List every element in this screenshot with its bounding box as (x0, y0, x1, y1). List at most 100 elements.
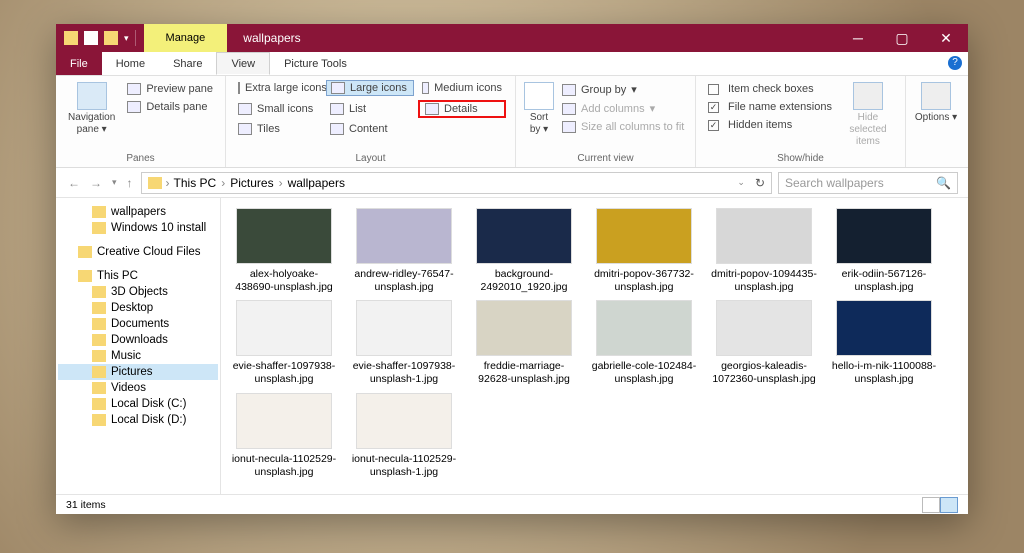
layout-content[interactable]: Content (326, 122, 414, 136)
history-button[interactable]: ▾ (110, 177, 119, 188)
layout-extra-large-icons[interactable]: Extra large icons (234, 80, 322, 96)
file-item[interactable]: hello-i-m-nik-1100088-unsplash.jpg (831, 300, 937, 386)
thumbnail-icon (716, 208, 812, 264)
maximize-button[interactable]: ▢ (880, 24, 924, 52)
file-item[interactable]: gabrielle-cole-102484-unsplash.jpg (591, 300, 697, 386)
tree-wallpapers[interactable]: wallpapers (58, 204, 218, 220)
search-input[interactable]: Search wallpapers 🔍 (778, 172, 958, 194)
tab-view[interactable]: View (216, 52, 270, 75)
thumbnails-view-toggle[interactable] (940, 497, 958, 513)
tree-local-disk-c-[interactable]: Local Disk (C:) (58, 396, 218, 412)
sort-by-button[interactable]: Sort by ▾ (524, 80, 554, 151)
address-bar[interactable]: › This PCPictureswallpapers ⌄ ↻ (141, 172, 772, 194)
current-view-group-label: Current view (524, 151, 687, 167)
preview-pane-button[interactable]: Preview pane (123, 82, 217, 96)
obj-icon (92, 286, 106, 298)
file-name: andrew-ridley-76547-unsplash.jpg (351, 268, 457, 294)
tree-creative-cloud-files[interactable]: Creative Cloud Files (58, 244, 218, 260)
refresh-icon[interactable]: ↻ (755, 176, 765, 190)
hide-selected-button[interactable]: Hide selected items (840, 80, 896, 151)
file-name: dmitri-popov-367732-unsplash.jpg (591, 268, 697, 294)
file-item[interactable]: ionut-necula-1102529-unsplash.jpg (231, 393, 337, 479)
tree-windows-10-install[interactable]: Windows 10 install (58, 220, 218, 236)
tree-documents[interactable]: Documents (58, 316, 218, 332)
close-button[interactable]: ✕ (924, 24, 968, 52)
tree-videos[interactable]: Videos (58, 380, 218, 396)
file-item[interactable]: georgios-kaleadis-1072360-unsplash.jpg (711, 300, 817, 386)
file-item[interactable]: erik-odiin-567126-unsplash.jpg (831, 208, 937, 294)
add-columns-button[interactable]: Add columns ▾ (558, 101, 688, 116)
check-hidden-items[interactable]: ✓Hidden items (704, 118, 836, 132)
options-button[interactable]: Options ▾ (914, 80, 958, 162)
file-name: background-2492010_1920.jpg (471, 268, 577, 294)
tree-desktop[interactable]: Desktop (58, 300, 218, 316)
size-columns-button[interactable]: Size all columns to fit (558, 120, 688, 134)
crumb-this-pc[interactable]: This PC (174, 176, 231, 190)
file-name: ionut-necula-1102529-unsplash-1.jpg (351, 453, 457, 479)
help-icon[interactable]: ? (948, 56, 962, 70)
search-placeholder: Search wallpapers (785, 176, 884, 190)
ribbon-tab-row: File HomeShareViewPicture Tools ? (56, 52, 968, 76)
file-item[interactable]: evie-shaffer-1097938-unsplash.jpg (231, 300, 337, 386)
tab-home[interactable]: Home (102, 52, 159, 75)
tab-share[interactable]: Share (159, 52, 216, 75)
address-dropdown-icon[interactable]: ⌄ (737, 177, 745, 188)
folder-icon (148, 177, 162, 189)
file-view[interactable]: alex-holyoake-438690-unsplash.jpg andrew-… (221, 198, 968, 494)
tab-picture-tools[interactable]: Picture Tools (270, 52, 361, 75)
file-item[interactable]: freddie-marriage-92628-unsplash.jpg (471, 300, 577, 386)
qat-icon[interactable] (64, 31, 78, 45)
crumb-pictures[interactable]: Pictures (230, 176, 287, 190)
details-pane-button[interactable]: Details pane (123, 100, 217, 114)
file-name: erik-odiin-567126-unsplash.jpg (831, 268, 937, 294)
tree-3d-objects[interactable]: 3D Objects (58, 284, 218, 300)
check-item-check-boxes[interactable]: Item check boxes (704, 82, 836, 96)
layout-large-icons[interactable]: Large icons (326, 80, 414, 96)
tree-this-pc[interactable]: This PC (58, 268, 218, 284)
tree-music[interactable]: Music (58, 348, 218, 364)
tree-pictures[interactable]: Pictures (58, 364, 218, 380)
minimize-button[interactable]: ─ (836, 24, 880, 52)
tab-file[interactable]: File (56, 52, 102, 75)
cc-icon (78, 246, 92, 258)
file-item[interactable]: evie-shaffer-1097938-unsplash-1.jpg (351, 300, 457, 386)
check-file-name-extensions[interactable]: ✓File name extensions (704, 100, 836, 114)
qat-overflow-icon[interactable]: ▾ (124, 33, 129, 44)
group-by-button[interactable]: Group by ▾ (558, 82, 688, 97)
qat-folder-icon[interactable] (104, 31, 118, 45)
layout-details[interactable]: Details (418, 100, 506, 118)
up-button[interactable]: ↑ (125, 176, 135, 190)
thumbnail-icon (236, 208, 332, 264)
file-item[interactable]: ionut-necula-1102529-unsplash-1.jpg (351, 393, 457, 479)
navigation-tree[interactable]: wallpapersWindows 10 install Creative Clo… (56, 198, 221, 494)
layout-tiles[interactable]: Tiles (234, 122, 322, 136)
thumbnail-icon (236, 300, 332, 356)
qat-check-icon[interactable]: ✓ (84, 31, 98, 45)
file-item[interactable]: background-2492010_1920.jpg (471, 208, 577, 294)
layout-list[interactable]: List (326, 100, 414, 118)
show-hide-group-label: Show/hide (704, 151, 897, 167)
file-item[interactable]: andrew-ridley-76547-unsplash.jpg (351, 208, 457, 294)
navigation-pane-label: Navigation pane (68, 112, 115, 135)
file-name: georgios-kaleadis-1072360-unsplash.jpg (711, 360, 817, 386)
layout-medium-icons[interactable]: Medium icons (418, 80, 506, 96)
tree-local-disk-d-[interactable]: Local Disk (D:) (58, 412, 218, 428)
navigation-pane-button[interactable]: Navigation pane ▾ (64, 80, 119, 151)
details-view-toggle[interactable] (922, 497, 940, 513)
ribbon: Navigation pane ▾ Preview pane Details p… (56, 76, 968, 168)
layout-small-icons[interactable]: Small icons (234, 100, 322, 118)
forward-button[interactable]: → (88, 176, 104, 190)
thumbnail-icon (236, 393, 332, 449)
search-icon: 🔍 (936, 176, 951, 190)
file-item[interactable]: dmitri-popov-367732-unsplash.jpg (591, 208, 697, 294)
contextual-tab-manage[interactable]: Manage (144, 24, 228, 52)
disk-icon (92, 414, 106, 426)
crumb-wallpapers[interactable]: wallpapers (288, 176, 355, 190)
disk-icon (92, 398, 106, 410)
file-name: freddie-marriage-92628-unsplash.jpg (471, 360, 577, 386)
file-item[interactable]: alex-holyoake-438690-unsplash.jpg (231, 208, 337, 294)
folder-icon (92, 206, 106, 218)
tree-downloads[interactable]: Downloads (58, 332, 218, 348)
back-button[interactable]: ← (66, 176, 82, 190)
file-item[interactable]: dmitri-popov-1094435-unsplash.jpg (711, 208, 817, 294)
